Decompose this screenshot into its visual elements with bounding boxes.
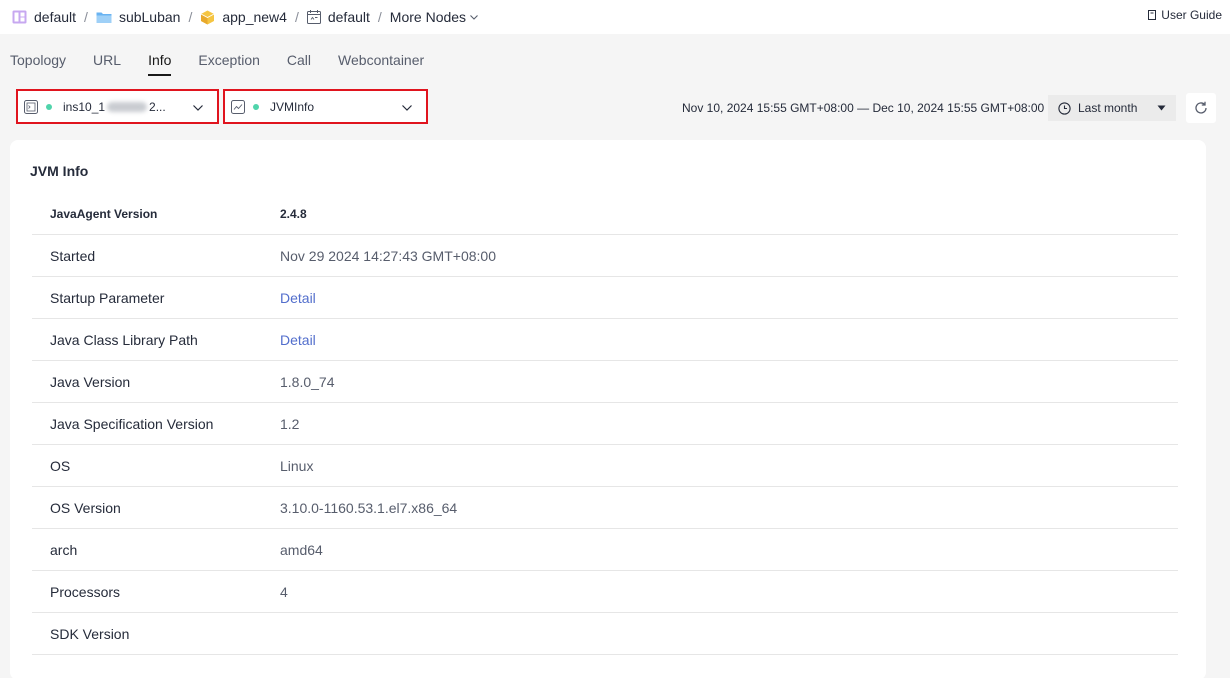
table-key: Java Class Library Path	[50, 332, 198, 348]
refresh-icon	[1195, 101, 1207, 114]
instance-name-prefix: ins10_1	[63, 99, 106, 114]
monitor-tabs: Topology URL Info Exception Call Webcont…	[10, 50, 451, 76]
breadcrumb-item-region[interactable]: default	[12, 9, 76, 25]
breadcrumb-label: app_new4	[222, 9, 287, 25]
time-range-text: Nov 10, 2024 15:55 GMT+08:00 — Dec 10, 2…	[682, 101, 1045, 115]
table-key: arch	[50, 542, 78, 558]
refresh-button[interactable]	[1186, 93, 1216, 123]
table-value: 4	[280, 584, 288, 600]
breadcrumb-separator: /	[377, 9, 382, 25]
breadcrumb-separator: /	[84, 9, 88, 25]
instance-name-suffix: 2...	[149, 99, 166, 114]
table-key: SDK Version	[50, 626, 130, 642]
table-row: SDK Version	[32, 613, 1178, 655]
user-guide-link[interactable]: User Guide	[1147, 8, 1222, 22]
tab-topology[interactable]: Topology	[10, 50, 66, 76]
tab-url[interactable]: URL	[93, 50, 121, 76]
breadcrumb: default / subLuban / app_new4 / default …	[12, 7, 479, 27]
table-row: arch amd64	[32, 529, 1178, 571]
monitor-chart-icon	[231, 99, 245, 114]
status-dot	[46, 103, 52, 110]
table-value: Linux	[280, 458, 314, 474]
table-key: Java Specification Version	[50, 416, 214, 432]
folder-icon	[96, 11, 112, 24]
breadcrumb-item-environment[interactable]: default	[306, 9, 370, 25]
breadcrumb-bar: default / subLuban / app_new4 / default …	[0, 0, 1230, 34]
time-period-select[interactable]: Last month	[1048, 95, 1176, 121]
panel-title: JVM Info	[30, 163, 89, 179]
table-key: Java Version	[50, 374, 131, 390]
table-value: 1.2	[280, 416, 300, 432]
breadcrumb-label: default	[34, 9, 77, 25]
time-period-label: Last month	[1078, 101, 1138, 115]
instance-select[interactable]: ins10_1 2...	[16, 89, 219, 124]
collector-select-value: JVMInfo	[270, 99, 315, 114]
caret-down-icon	[1157, 105, 1166, 111]
tab-webcontainer[interactable]: Webcontainer	[338, 50, 424, 76]
instance-icon	[24, 99, 38, 114]
table-row: OS Version 3.10.0-1160.53.1.el7.x86_64	[32, 487, 1178, 529]
tab-info[interactable]: Info	[148, 50, 172, 76]
table-key: Started	[50, 248, 96, 264]
collector-select[interactable]: JVMInfo	[223, 89, 428, 124]
table-key: OS	[50, 458, 71, 474]
tab-exception[interactable]: Exception	[198, 50, 259, 76]
status-dot	[253, 103, 259, 110]
table-value: 2.4.8	[280, 207, 307, 221]
masked-ip	[107, 102, 148, 113]
breadcrumb-separator: /	[294, 9, 299, 25]
table-value: Nov 29 2024 14:27:43 GMT+08:00	[280, 248, 496, 264]
chevron-down-icon	[470, 15, 478, 20]
tab-call[interactable]: Call	[287, 50, 311, 76]
chevron-down-icon	[193, 105, 203, 111]
table-row: Processors 4	[32, 571, 1178, 613]
jvm-info-table: JavaAgent Version 2.4.8 Started Nov 29 2…	[32, 193, 1178, 655]
table-value: 1.8.0_74	[280, 374, 335, 390]
table-key: OS Version	[50, 500, 121, 516]
table-row: Java Specification Version 1.2	[32, 403, 1178, 445]
environment-icon	[306, 10, 321, 24]
table-header-row: JavaAgent Version 2.4.8	[32, 193, 1178, 235]
table-row: Java Version 1.8.0_74	[32, 361, 1178, 403]
breadcrumb-item-application[interactable]: app_new4	[200, 9, 287, 25]
table-value: 3.10.0-1160.53.1.el7.x86_64	[280, 500, 458, 516]
table-row: Startup Parameter Detail	[32, 277, 1178, 319]
cube-icon	[200, 10, 215, 25]
breadcrumb-label: default	[327, 9, 370, 25]
table-row: OS Linux	[32, 445, 1178, 487]
startup-parameter-detail-link[interactable]: Detail	[280, 290, 316, 306]
jvm-info-panel: JVM Info JavaAgent Version 2.4.8 Started…	[10, 140, 1206, 678]
user-guide-label: User Guide	[1161, 8, 1222, 22]
more-nodes-dropdown[interactable]: More Nodes	[390, 9, 479, 25]
table-row: Java Class Library Path Detail	[32, 319, 1178, 361]
instance-select-value: ins10_1 2...	[63, 100, 166, 114]
more-nodes-label: More Nodes	[389, 9, 467, 25]
breadcrumb-separator: /	[188, 9, 193, 25]
breadcrumb-label: subLuban	[118, 9, 181, 25]
table-key: JavaAgent Version	[50, 207, 158, 221]
table-row: Started Nov 29 2024 14:27:43 GMT+08:00	[32, 235, 1178, 277]
document-icon	[1148, 9, 1157, 20]
class-library-path-detail-link[interactable]: Detail	[280, 332, 316, 348]
table-key: Startup Parameter	[50, 290, 165, 306]
breadcrumb-item-project[interactable]: subLuban	[96, 9, 181, 25]
chevron-down-icon	[402, 105, 412, 111]
clock-icon	[1058, 101, 1071, 115]
table-key: Processors	[50, 584, 121, 600]
grid-icon	[12, 10, 27, 24]
table-value: amd64	[280, 542, 323, 558]
